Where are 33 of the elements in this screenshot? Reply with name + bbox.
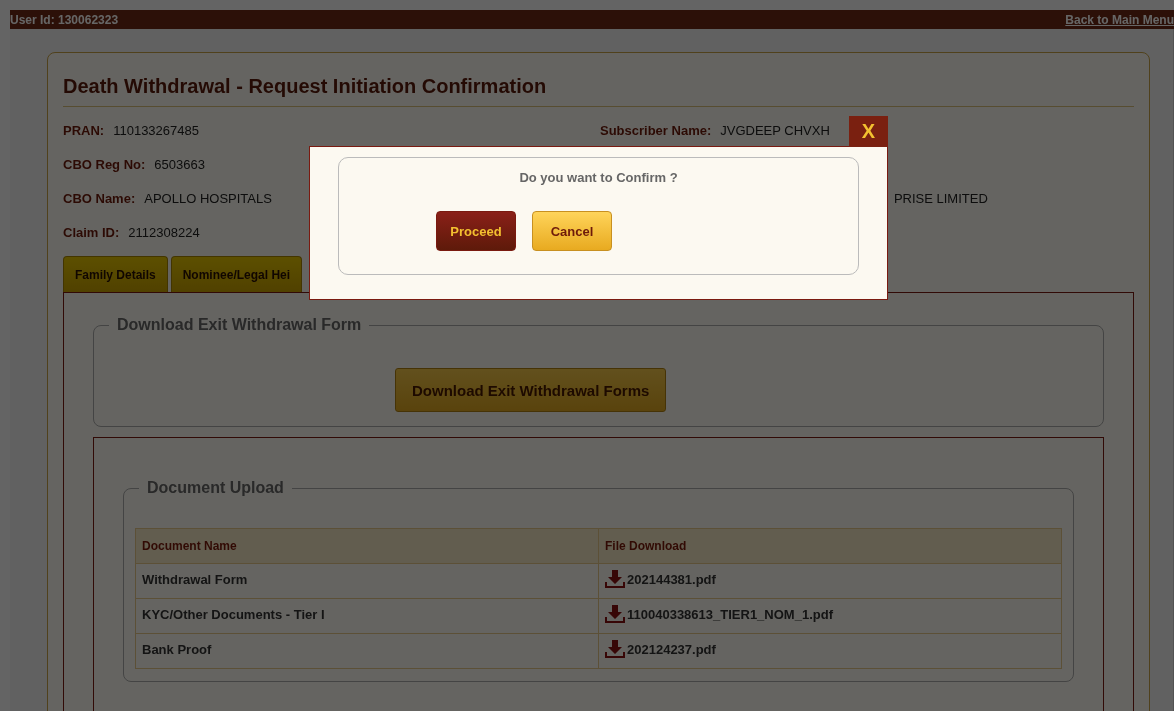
download-icon[interactable] (605, 570, 625, 588)
file-link[interactable]: 202144381.pdf (627, 571, 716, 587)
field-value: 110133267485 (113, 122, 199, 138)
cancel-button[interactable]: Cancel (532, 211, 612, 251)
file-link[interactable]: 110040338613_TIER1_NOM_1.pdf (627, 606, 833, 622)
table-cell: KYC/Other Documents - Tier I (135, 598, 599, 634)
download-icon[interactable] (605, 640, 625, 658)
column-header: Document Name (135, 528, 599, 564)
download-icon[interactable] (605, 605, 625, 623)
field-value: JVGDEEP CHVXH (720, 122, 830, 138)
field-value: APOLLO HOSPITALS (144, 190, 272, 206)
field-value: 2112308224 (128, 224, 200, 240)
table-cell: Withdrawal Form (135, 563, 599, 599)
confirm-message: Do you want to Confirm ? (518, 169, 679, 185)
user-id: User Id: 130062323 (10, 12, 119, 27)
tab[interactable]: Family Details (63, 256, 168, 292)
download-forms-button[interactable]: Download Exit Withdrawal Forms (395, 368, 667, 412)
proceed-button[interactable]: Proceed (436, 211, 516, 251)
field-value: 6503663 (154, 156, 205, 172)
field-label: Subscriber Name: (600, 122, 712, 138)
back-to-main-menu-link[interactable]: Back to Main Menu (1065, 12, 1174, 27)
field-label: PRAN: (63, 122, 105, 138)
tab[interactable]: Nominee/Legal Hei (170, 256, 303, 292)
page-title: Death Withdrawal - Request Initiation Confirmation (63, 53, 1134, 107)
table-cell: Bank Proof (135, 633, 599, 669)
field-value: PRISE LIMITED (893, 190, 988, 206)
section-legend: Document Upload (139, 479, 292, 497)
file-link[interactable]: 202124237.pdf (627, 641, 716, 657)
field-label: CBO Reg No: (63, 156, 146, 172)
column-header: File Download (598, 528, 1062, 564)
close-button[interactable]: X (849, 116, 888, 147)
field-label: CBO Name: (63, 190, 136, 206)
field-label: Claim ID: (63, 224, 120, 240)
